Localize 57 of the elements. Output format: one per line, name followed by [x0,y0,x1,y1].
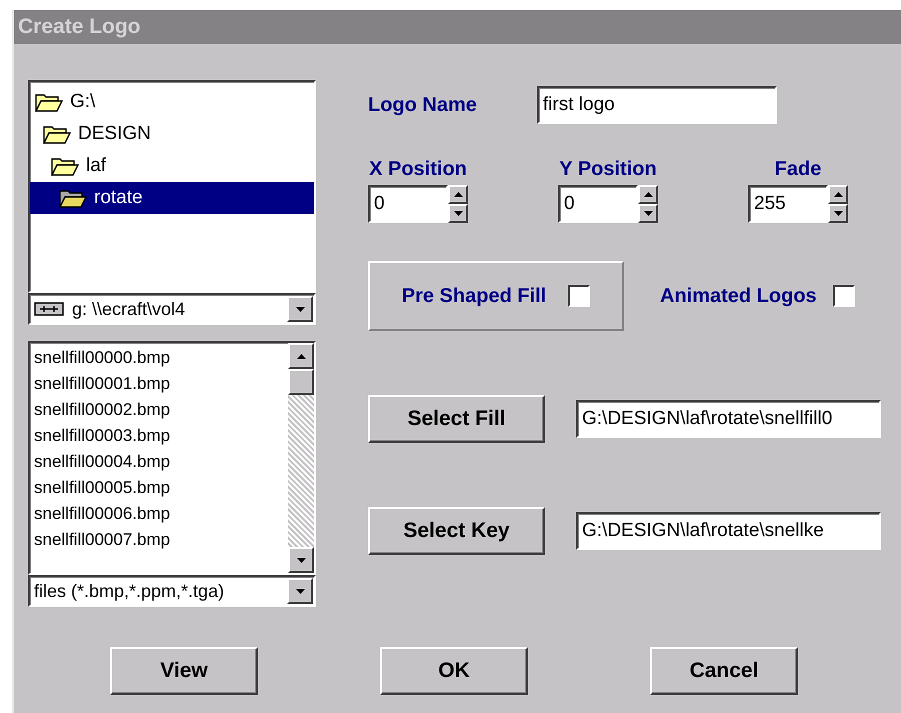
folder-tree-item[interactable]: G:\ [30,86,314,118]
up-arrow-icon [834,192,842,197]
scrollbar[interactable] [288,343,314,573]
file-list-item[interactable]: snellfill00004.bmp [34,449,288,475]
spin-down-button[interactable] [638,204,658,223]
file-list-item[interactable]: snellfill00002.bmp [34,397,288,423]
folder-tree-item[interactable]: laf [30,150,314,182]
dialog-button[interactable]: Cancel [650,647,798,695]
up-arrow-icon [644,192,652,197]
dialog-button[interactable]: OK [380,647,528,695]
checkbox-label: Animated Logos [660,284,817,308]
select-file-button[interactable]: Select Key [368,507,545,555]
spin-up-button[interactable] [638,185,658,204]
drive-dropdown[interactable]: g: \\ecraft\vol4 [28,293,316,325]
spin-down-button[interactable] [448,204,468,223]
up-arrow-icon [296,354,306,358]
file-list-item[interactable]: snellfill00007.bmp [34,527,288,553]
dropdown-button[interactable] [287,578,313,604]
file-list-item[interactable]: snellfill00000.bmp [34,345,288,371]
down-arrow-icon [834,211,842,216]
drive-icon [34,302,64,316]
checkbox-label: Pre Shaped Fill [402,284,546,308]
spinner-label: Y Position [559,158,657,181]
number-field[interactable]: 0 [368,185,448,223]
down-arrow-icon [644,211,652,216]
file-list-item[interactable]: snellfill00003.bmp [34,423,288,449]
up-arrow-icon [454,192,462,197]
logo-name-field[interactable]: first logo [536,86,777,124]
spinner-label: X Position [369,158,467,181]
dialog-button[interactable]: View [110,647,258,695]
number-field[interactable]: 0 [558,185,638,223]
file-list-item[interactable]: snellfill00005.bmp [34,475,288,501]
dropdown-button[interactable] [287,296,313,322]
down-arrow-icon [296,588,304,594]
spin-down-button[interactable] [828,204,848,223]
spinner-label: Fade [774,158,822,181]
file-path-field[interactable]: G:\DESIGN\laf\rotate\snellfill0 [576,400,881,438]
down-arrow-icon [296,306,304,312]
file-list-item[interactable]: snellfill00006.bmp [34,501,288,527]
window-title: Create Logo [18,15,141,39]
checkbox[interactable] [568,285,590,307]
folder-tree-item[interactable]: DESIGN [30,118,314,150]
spin-up-button[interactable] [828,185,848,204]
number-field[interactable]: 255 [748,185,828,223]
logo-name-label: Logo Name [368,94,477,116]
file-type-dropdown[interactable]: files (*.bmp,*.ppm,*.tga) [28,575,316,607]
spin-up-button[interactable] [448,185,468,204]
down-arrow-icon [454,211,462,216]
down-arrow-icon [296,558,306,562]
checkbox[interactable] [832,285,855,307]
scroll-down-button[interactable] [288,547,314,573]
file-path-field[interactable]: G:\DESIGN\laf\rotate\snellke [576,512,881,550]
file-list-item[interactable]: snellfill00001.bmp [34,371,288,397]
scroll-up-button[interactable] [288,343,314,369]
folder-tree-item[interactable]: rotate [30,182,314,214]
select-file-button[interactable]: Select Fill [368,395,545,443]
scroll-thumb[interactable] [288,369,314,395]
